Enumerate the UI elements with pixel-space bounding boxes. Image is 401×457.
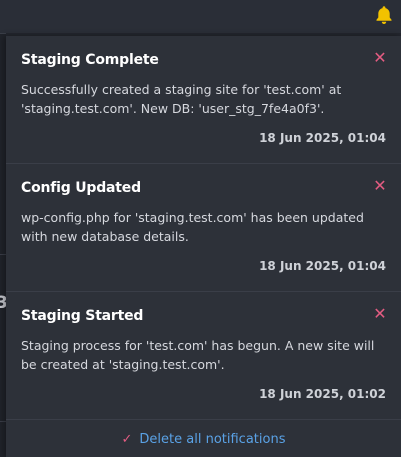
top-bar: [0, 0, 401, 33]
notifications-bell-button[interactable]: [370, 0, 398, 30]
notification-title: Staging Started: [21, 308, 144, 324]
notification-message: Staging process for 'test.com' has begun…: [21, 338, 375, 372]
notification-message: wp-config.php for 'staging.test.com' has…: [21, 210, 364, 244]
notification-title: Config Updated: [21, 180, 141, 196]
check-icon: ✓: [121, 431, 133, 447]
notification-message: Successfully created a staging site for …: [21, 82, 342, 116]
close-icon[interactable]: ✕: [373, 178, 387, 194]
notification-timestamp: 18 Jun 2025, 01:04: [259, 131, 386, 145]
notification-title: Staging Complete: [21, 52, 159, 68]
close-icon[interactable]: ✕: [373, 50, 387, 66]
notification-item: Staging Started ✕ Staging process for 't…: [6, 292, 401, 420]
notification-item: Config Updated ✕ wp-config.php for 'stag…: [6, 164, 401, 292]
delete-all-notifications-button[interactable]: ✓ Delete all notifications: [6, 421, 401, 457]
notification-item: Staging Complete ✕ Successfully created …: [6, 36, 401, 164]
notification-timestamp: 18 Jun 2025, 01:02: [259, 387, 386, 401]
notifications-screen: 3 Staging Complete ✕ Successfully create…: [0, 0, 401, 457]
close-icon[interactable]: ✕: [373, 306, 387, 322]
notification-timestamp: 18 Jun 2025, 01:04: [259, 259, 386, 273]
delete-all-label: Delete all notifications: [139, 431, 286, 447]
bell-icon: [376, 6, 392, 24]
notifications-panel: Staging Complete ✕ Successfully created …: [6, 36, 401, 457]
background-divider: [0, 33, 6, 34]
